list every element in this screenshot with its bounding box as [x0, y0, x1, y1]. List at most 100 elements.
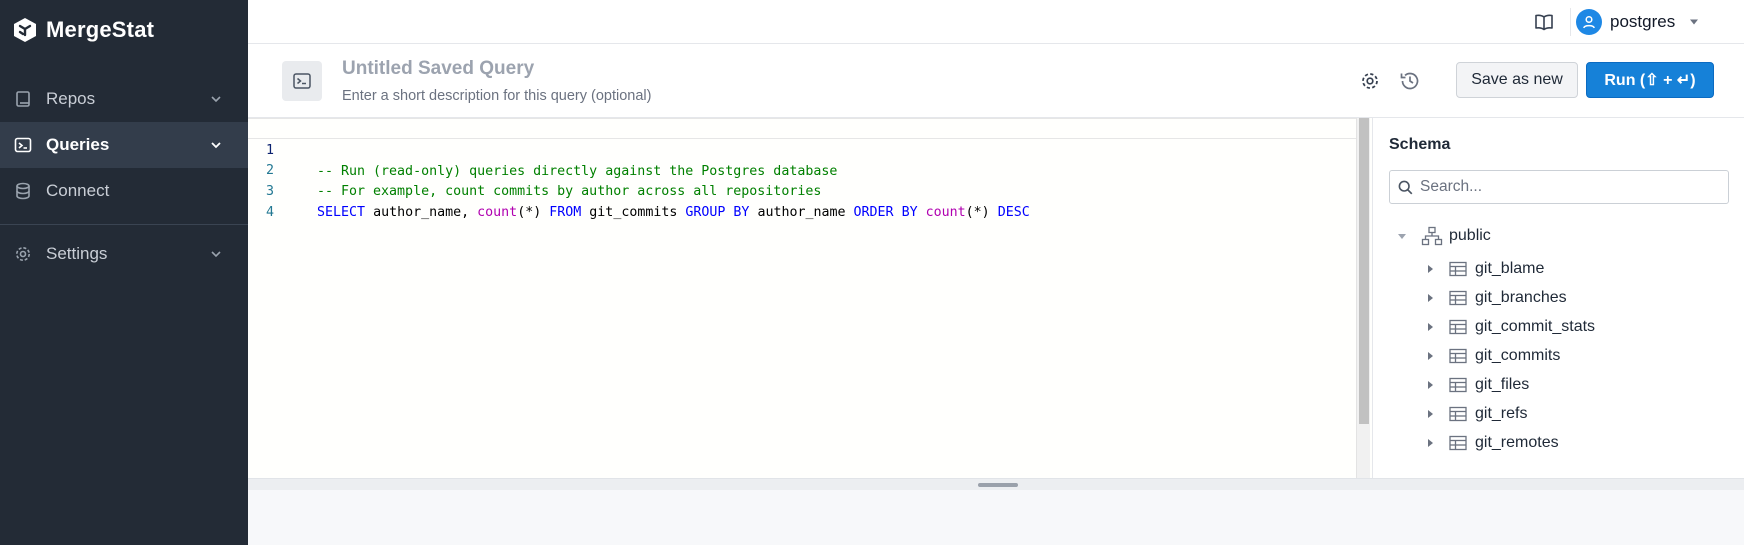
- sidebar-item-settings[interactable]: Settings: [0, 231, 248, 277]
- sql-keyword: BY: [901, 205, 918, 220]
- sidebar-item-label: Connect: [46, 181, 110, 200]
- schema-table-label: git_commit_stats: [1475, 318, 1596, 335]
- sql-token: git_commits: [589, 205, 678, 220]
- database-icon: [14, 182, 32, 200]
- sql-punctuation: (: [517, 205, 526, 220]
- editor-line: 3 SELECT author_name, count(*) FROM git_…: [248, 160, 1356, 220]
- search-icon: [1398, 180, 1413, 195]
- caret-right-icon: [1428, 294, 1433, 302]
- table-icon: [1449, 319, 1467, 335]
- sql-keyword: ORDER: [853, 205, 894, 220]
- sidebar-item-label: Settings: [46, 244, 108, 263]
- query-description-input[interactable]: Enter a short description for this query…: [342, 88, 651, 104]
- schema-panel: Schema public git_blame git_branches git_c…: [1372, 118, 1744, 478]
- terminal-icon: [293, 73, 311, 89]
- schema-table-item[interactable]: git_commit_stats: [1425, 315, 1595, 339]
- sql-function: count: [925, 205, 966, 220]
- sql-keyword: SELECT: [317, 205, 366, 220]
- schema-table-label: git_branches: [1475, 289, 1567, 306]
- sql-editor[interactable]: 1 -- Run (read-only) queries directly ag…: [248, 118, 1372, 478]
- caret-down-icon: [1690, 19, 1699, 25]
- sidebar-item-label: Repos: [46, 89, 96, 108]
- query-type-badge: [282, 61, 322, 101]
- save-as-new-button[interactable]: Save as new: [1456, 62, 1578, 98]
- sql-keyword: GROUP: [685, 205, 726, 220]
- settings-button[interactable]: [1358, 69, 1382, 93]
- sidebar: MergeStat Repos Queries Connect Settings: [0, 0, 248, 545]
- sql-punctuation: (: [965, 205, 974, 220]
- table-icon: [1449, 435, 1467, 451]
- schema-table-label: git_refs: [1475, 405, 1528, 422]
- schema-table-label: git_blame: [1475, 260, 1545, 277]
- history-icon: [1400, 72, 1419, 90]
- sql-token: author_name: [757, 205, 846, 220]
- user-menu[interactable]: postgres: [1576, 8, 1699, 36]
- sql-punctuation: *: [973, 205, 982, 220]
- query-header: Untitled Saved Query Enter a short descr…: [248, 44, 1744, 118]
- sql-punctuation: ): [981, 205, 990, 220]
- chevron-down-icon: [211, 96, 221, 103]
- documentation-button[interactable]: [1532, 10, 1556, 34]
- topbar-divider: [1570, 8, 1571, 36]
- query-title-input[interactable]: Untitled Saved Query: [342, 58, 534, 80]
- schema-search[interactable]: [1389, 170, 1729, 204]
- open-book-icon: [1535, 14, 1553, 31]
- table-icon: [1449, 290, 1467, 306]
- sidebar-item-repos[interactable]: Repos: [0, 76, 248, 122]
- caret-right-icon: [1428, 352, 1433, 360]
- schema-table-item[interactable]: git_remotes: [1425, 431, 1559, 455]
- caret-right-icon: [1428, 410, 1433, 418]
- app-name: MergeStat: [46, 17, 155, 42]
- sidebar-item-label: Queries: [46, 135, 110, 154]
- logo[interactable]: MergeStat: [0, 0, 248, 60]
- schema-table-label: git_commits: [1475, 347, 1561, 364]
- sidebar-item-connect[interactable]: Connect: [0, 168, 248, 214]
- book-icon: [14, 90, 32, 108]
- gear-icon: [14, 245, 32, 263]
- table-icon: [1449, 348, 1467, 364]
- top-bar: postgres: [248, 0, 1744, 44]
- schema-tree-root[interactable]: public: [1397, 224, 1491, 248]
- panel-resize-handle[interactable]: [248, 478, 1744, 490]
- schema-table-label: git_remotes: [1475, 434, 1559, 451]
- caret-right-icon: [1428, 265, 1433, 273]
- schema-table-item[interactable]: git_files: [1425, 373, 1529, 397]
- line-number: 4: [265, 205, 274, 220]
- sql-function: count: [477, 205, 518, 220]
- editor-line: 2 -- For example, count commits by autho…: [248, 139, 1356, 199]
- schema-table-item[interactable]: git_refs: [1425, 402, 1527, 426]
- sidebar-item-queries[interactable]: Queries: [0, 122, 248, 168]
- sql-keyword: BY: [733, 205, 750, 220]
- history-button[interactable]: [1398, 69, 1422, 93]
- schema-search-input[interactable]: [1420, 175, 1720, 199]
- resize-grip[interactable]: [978, 483, 1018, 487]
- chevron-down-icon: [211, 251, 221, 258]
- schema-table-item[interactable]: git_blame: [1425, 257, 1544, 281]
- results-area: [248, 490, 1744, 545]
- sidebar-divider: [0, 224, 248, 225]
- user-avatar-icon: [1576, 9, 1602, 35]
- schema-table-item[interactable]: git_commits: [1425, 344, 1560, 368]
- sql-token: ,: [461, 205, 470, 220]
- table-icon: [1449, 406, 1467, 422]
- run-query-button[interactable]: Run (⇧ + ↵): [1586, 62, 1714, 98]
- terminal-icon: [14, 136, 32, 154]
- schema-title: Schema: [1389, 136, 1451, 153]
- code-sql-statement: SELECT author_name, count(*) FROM git_co…: [317, 202, 1030, 223]
- editor-scroll-thumb[interactable]: [1359, 118, 1369, 424]
- caret-right-icon: [1428, 381, 1433, 389]
- schema-table-item[interactable]: git_branches: [1425, 286, 1567, 310]
- sidebar-nav: Repos Queries Connect Settings: [0, 76, 248, 277]
- table-icon: [1449, 261, 1467, 277]
- schema-table-label: git_files: [1475, 376, 1530, 393]
- table-icon: [1449, 377, 1467, 393]
- editor-scrollbar[interactable]: [1356, 118, 1370, 478]
- mergestat-logo-icon: [14, 18, 36, 42]
- gear-icon: [1362, 73, 1378, 89]
- sql-keyword: DESC: [997, 205, 1030, 220]
